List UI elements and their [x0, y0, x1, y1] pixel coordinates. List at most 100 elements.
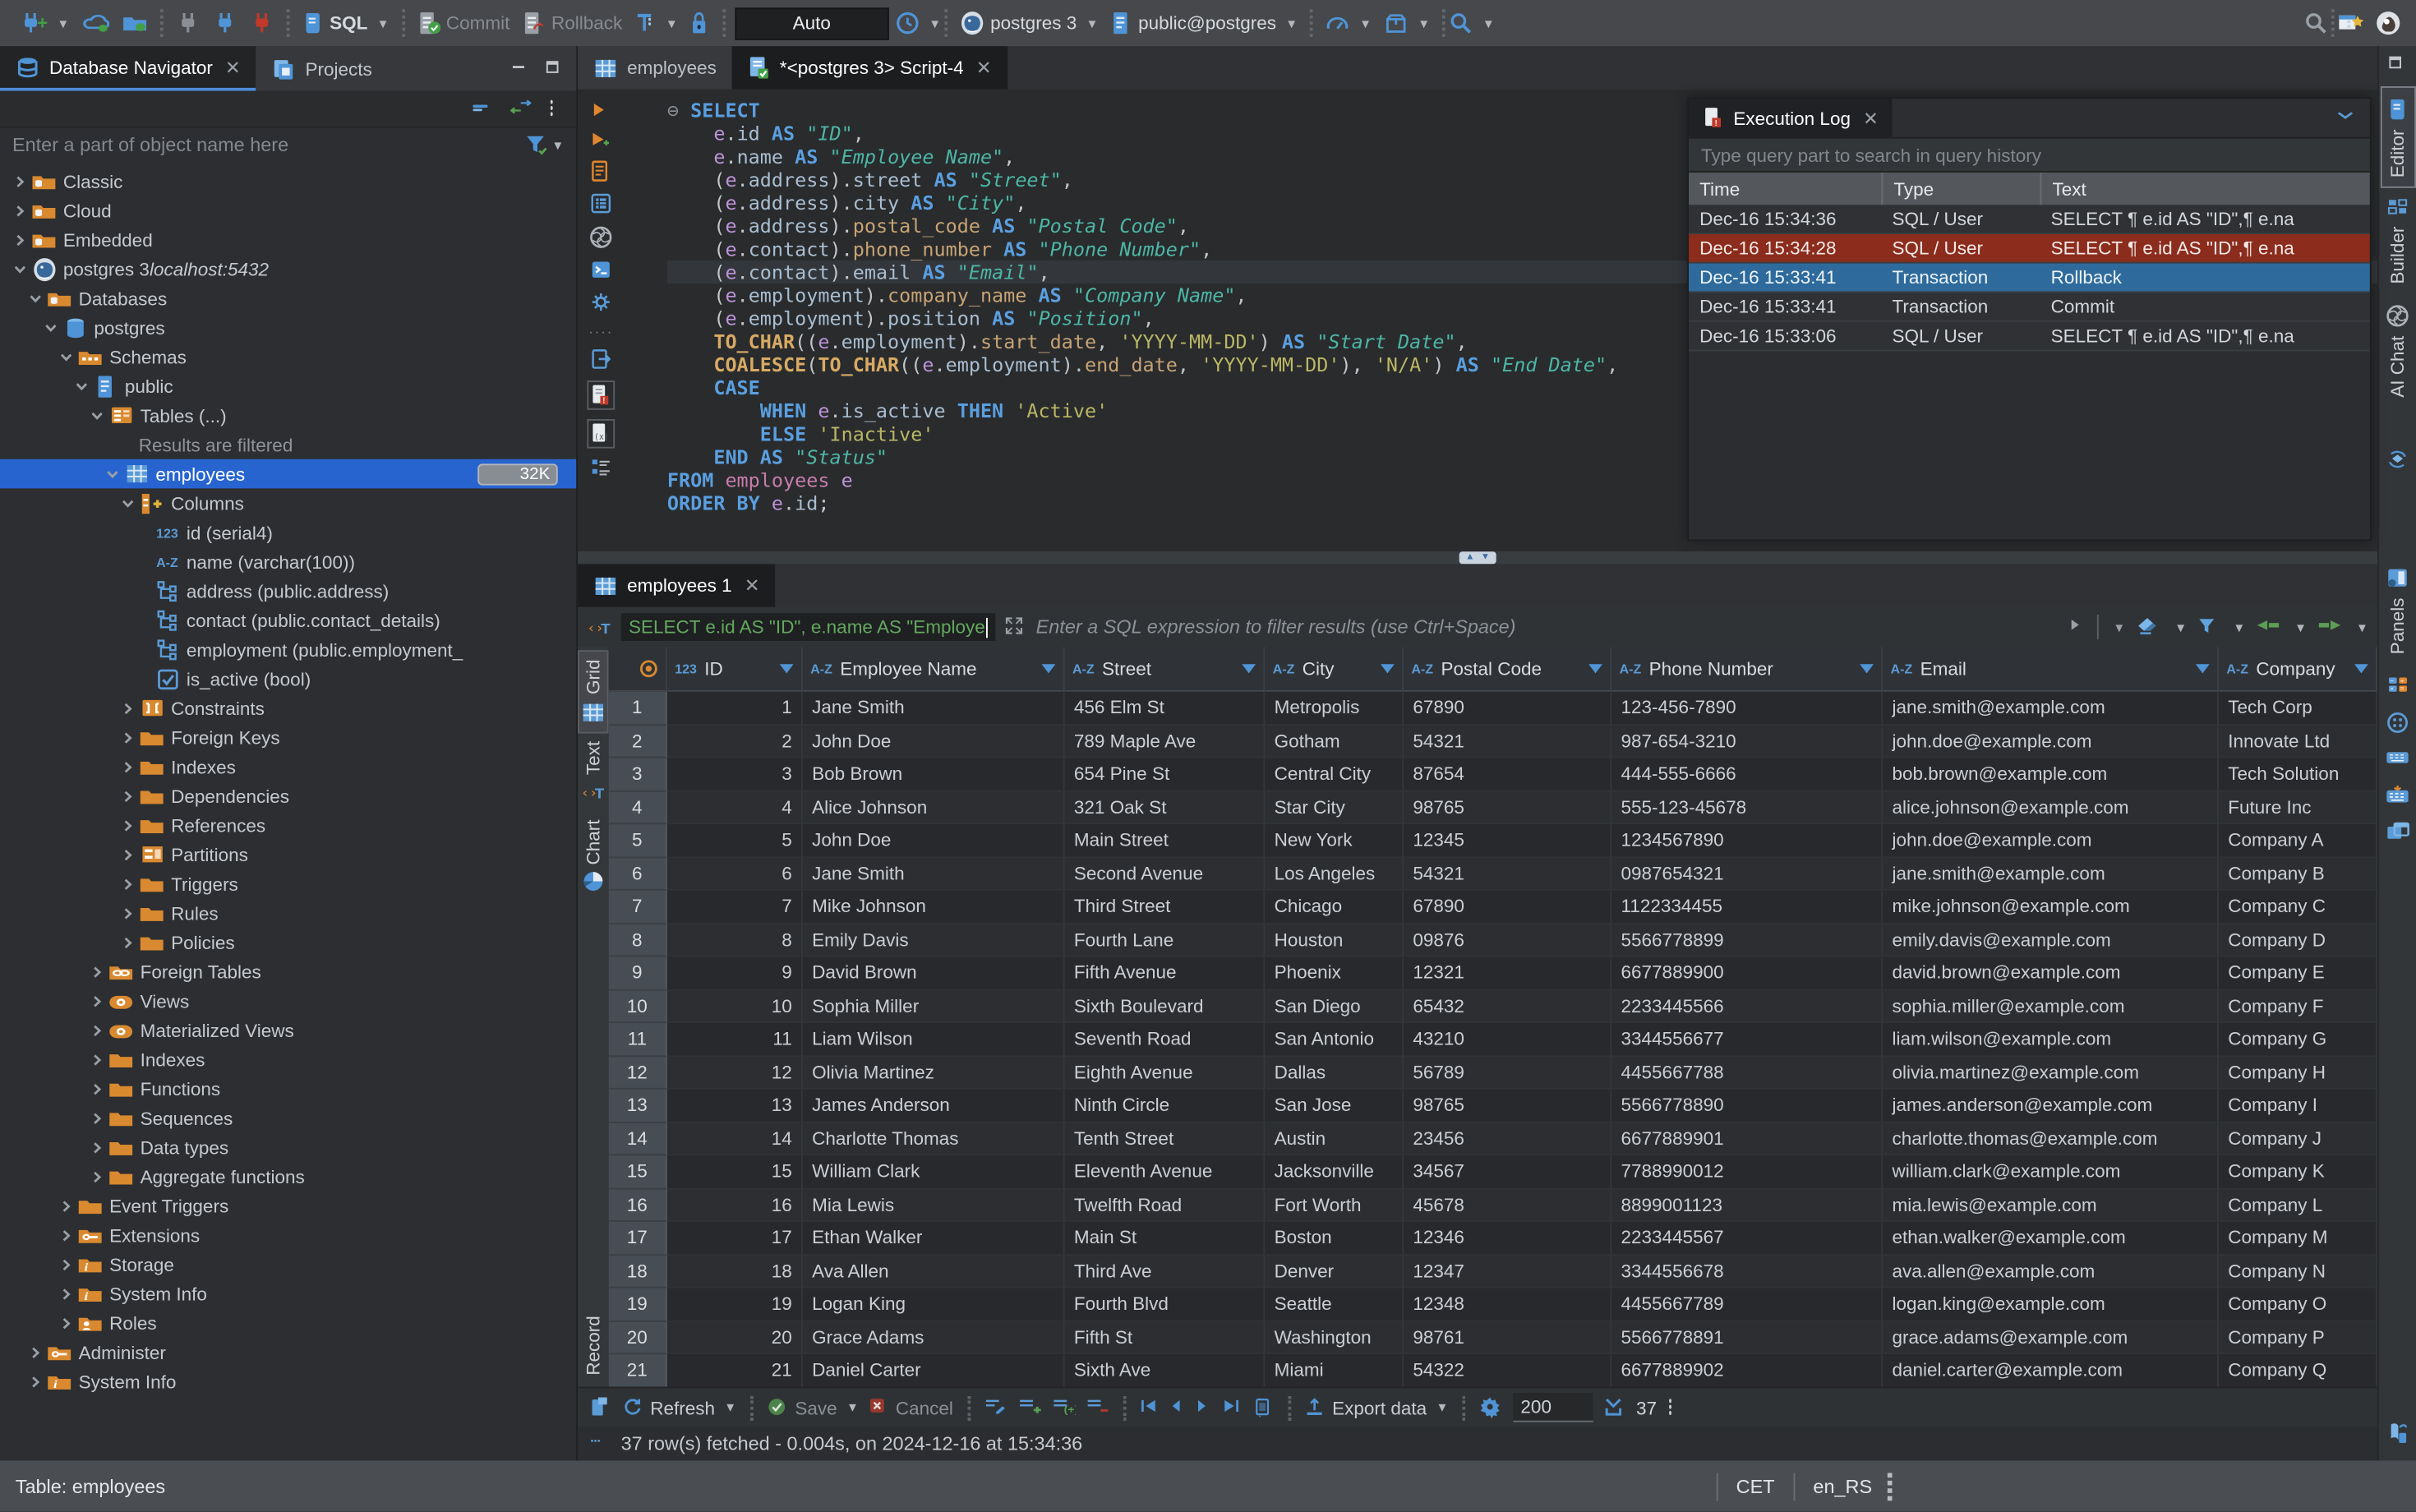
grid-cell[interactable]: 4455667789	[1611, 1288, 1883, 1321]
execute-new-tab-icon[interactable]	[590, 131, 611, 150]
grid-cell[interactable]: 4455667788	[1611, 1056, 1883, 1090]
transaction-mode-button[interactable]: ▼	[634, 11, 678, 35]
grid-cell[interactable]: david.brown@example.com	[1883, 957, 2219, 990]
grid-cell[interactable]: Third Ave	[1064, 1255, 1266, 1288]
row-number[interactable]: 17	[608, 1221, 667, 1256]
chevron-right-icon[interactable]	[9, 173, 30, 189]
maximize-icon[interactable]	[546, 59, 565, 78]
grid-cell[interactable]: David Brown	[802, 957, 1065, 990]
tree-item[interactable]: Event Triggers	[0, 1191, 576, 1220]
grid-cell[interactable]: Sixth Boulevard	[1064, 989, 1266, 1023]
grid-cell[interactable]: Company A	[2219, 824, 2378, 858]
tree-item[interactable]: Views	[0, 986, 576, 1016]
grid-cell[interactable]: Seattle	[1265, 1288, 1404, 1321]
grid-cell[interactable]: olivia.martinez@example.com	[1883, 1056, 2219, 1090]
chevron-right-icon[interactable]	[118, 876, 139, 892]
tree-item[interactable]: public	[0, 371, 576, 401]
grid-cell[interactable]: Company C	[2219, 890, 2378, 924]
grid-cell[interactable]: 3344556677	[1611, 1023, 1883, 1057]
grid-cell[interactable]: 12345	[1404, 824, 1612, 858]
row-number[interactable]: 5	[608, 824, 667, 858]
close-icon[interactable]: ✕	[745, 574, 760, 596]
row-number[interactable]: 14	[608, 1122, 667, 1156]
chevron-right-icon[interactable]	[56, 1256, 77, 1272]
row-number[interactable]: 21	[608, 1354, 667, 1387]
grid-cell[interactable]: Jane Smith	[802, 691, 1065, 726]
close-icon[interactable]: ✕	[976, 57, 992, 78]
grid-cell[interactable]: liam.wilson@example.com	[1883, 1023, 2219, 1057]
chevron-down-icon[interactable]	[25, 290, 46, 306]
grid-cell[interactable]: Los Angeles	[1265, 857, 1404, 891]
global-search-icon[interactable]	[2303, 11, 2328, 35]
row-number[interactable]: 11	[608, 1023, 667, 1057]
export-data-button[interactable]: Export data ▼	[1304, 1397, 1448, 1418]
grid-cell[interactable]: 0987654321	[1611, 857, 1883, 891]
edit-row-icon[interactable]	[984, 1398, 1007, 1418]
grid-cell[interactable]: Tech Solution	[2219, 758, 2378, 791]
tree-item[interactable]: Administer	[0, 1338, 576, 1367]
log-row[interactable]: Dec-16 15:33:06 SQL / User SELECT ¶ e.id A…	[1689, 321, 2370, 352]
grid-cell[interactable]: Austin	[1265, 1122, 1404, 1156]
tree-item[interactable]: i System Info	[0, 1367, 576, 1396]
chevron-right-icon[interactable]	[118, 700, 139, 716]
grid-cell[interactable]: mia.lewis@example.com	[1883, 1188, 2219, 1222]
grid-cell[interactable]: 12346	[1404, 1221, 1612, 1256]
grid-cell[interactable]: 21	[666, 1354, 803, 1387]
references-panel-icon[interactable]	[2386, 822, 2410, 843]
tab-editor-rail[interactable]: Editor	[2379, 86, 2416, 189]
grid-cell[interactable]: John Doe	[802, 824, 1065, 858]
grid-cell[interactable]: Sophia Miller	[802, 989, 1065, 1023]
disconnect-icon[interactable]	[250, 11, 274, 35]
row-number[interactable]: 12	[608, 1056, 667, 1090]
grid-cell[interactable]: Main St	[1064, 1221, 1266, 1256]
grid-cell[interactable]: logan.king@example.com	[1883, 1288, 2219, 1321]
grid-cell[interactable]: Fourth Lane	[1064, 924, 1266, 957]
chevron-right-icon[interactable]	[25, 1374, 46, 1390]
grid-cell[interactable]: New York	[1265, 824, 1404, 858]
chevron-down-icon[interactable]	[56, 349, 77, 365]
result-grid[interactable]: 123 ID A-Z Employee Name A-Z Street A-Z City A-Z…	[608, 647, 2378, 1387]
grid-cell[interactable]: mike.johnson@example.com	[1883, 890, 2219, 924]
grid-cell[interactable]: Company N	[2219, 1255, 2378, 1288]
grid-cell[interactable]: 20	[666, 1321, 803, 1355]
row-number[interactable]: 3	[608, 758, 667, 791]
grid-cell[interactable]: 15	[666, 1155, 803, 1189]
execute-statement-icon[interactable]	[592, 102, 611, 122]
tree-item[interactable]: i Storage	[0, 1250, 576, 1279]
log-header[interactable]: Time Type Text	[1689, 173, 2370, 205]
chevron-right-icon[interactable]	[86, 964, 108, 980]
grid-cell[interactable]: 789 Maple Ave	[1064, 725, 1266, 758]
open-connection-folder-icon[interactable]	[122, 12, 148, 34]
chevron-down-icon[interactable]	[102, 466, 123, 482]
chevron-down-icon[interactable]	[40, 320, 62, 335]
chevron-right-icon[interactable]	[86, 1140, 108, 1155]
grid-cell[interactable]: Tenth Street	[1064, 1122, 1266, 1156]
row-number[interactable]: 15	[608, 1155, 667, 1189]
grid-cell[interactable]: Company O	[2219, 1288, 2378, 1321]
grid-cell[interactable]: Company K	[2219, 1155, 2378, 1189]
column-header-employee-name[interactable]: A-Z Employee Name	[802, 647, 1065, 692]
row-number[interactable]: 19	[608, 1288, 667, 1321]
tree-item[interactable]: Triggers	[0, 869, 576, 899]
grid-cell[interactable]: Emily Davis	[802, 924, 1065, 957]
row-number[interactable]: 7	[608, 890, 667, 924]
tab-grid-presentation[interactable]: Grid	[578, 650, 609, 733]
grid-cell[interactable]: 09876	[1404, 924, 1612, 957]
transaction-lock-icon[interactable]	[690, 11, 710, 35]
grid-cell[interactable]: 56789	[1404, 1056, 1612, 1090]
grid-cell[interactable]: 4	[666, 791, 803, 825]
chevron-right-icon[interactable]	[86, 1022, 108, 1038]
grid-cell[interactable]: Gotham	[1265, 725, 1404, 758]
grid-cell[interactable]: 34567	[1404, 1155, 1612, 1189]
grid-cell[interactable]: 2233445566	[1611, 989, 1883, 1023]
grid-cell[interactable]: 10	[666, 989, 803, 1023]
grid-cell[interactable]: Fifth St	[1064, 1321, 1266, 1355]
grid-cell[interactable]: Seventh Road	[1064, 1023, 1266, 1057]
tree-item[interactable]: Indexes	[0, 752, 576, 781]
new-connection-button[interactable]: + ▼	[19, 11, 69, 35]
grid-cell[interactable]: 45678	[1404, 1188, 1612, 1222]
row-number[interactable]: 20	[608, 1321, 667, 1355]
grid-cell[interactable]: Main Street	[1064, 824, 1266, 858]
chevron-right-icon[interactable]	[118, 818, 139, 833]
grid-cell[interactable]: James Anderson	[802, 1089, 1065, 1122]
